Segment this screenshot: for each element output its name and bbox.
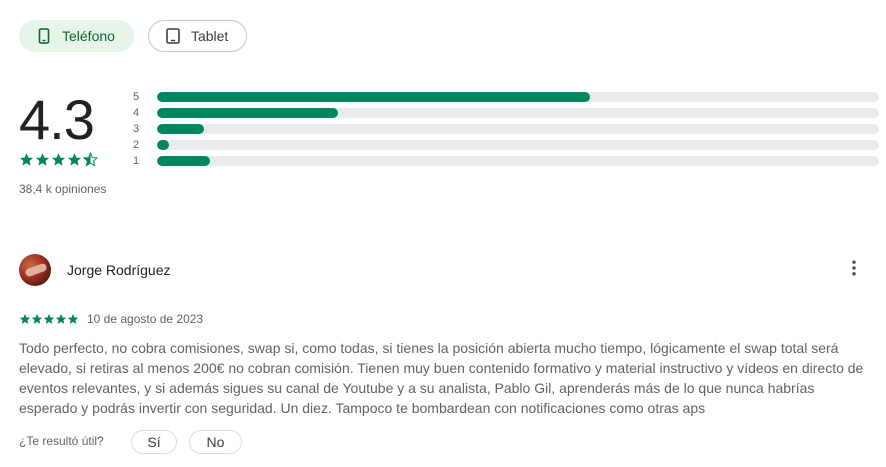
rating-bar-row: 4 <box>133 105 879 121</box>
helpful-no-button[interactable]: No <box>189 430 242 454</box>
review-text: Todo perfecto, no cobra comisiones, swap… <box>19 340 864 416</box>
helpful-yes-button[interactable]: Sí <box>131 430 177 454</box>
more-vert-icon <box>844 258 864 283</box>
star-full-icon <box>51 152 66 172</box>
star-full-icon <box>19 152 34 172</box>
rating-bar-fill <box>157 156 210 166</box>
rating-bar-label: 4 <box>133 107 140 119</box>
star-half-icon <box>82 151 99 172</box>
tab-phone-label: Teléfono <box>62 28 115 44</box>
rating-bar-label: 3 <box>133 123 140 135</box>
rating-stars <box>19 151 99 172</box>
rating-distribution: 5 4 3 2 1 <box>133 89 879 169</box>
phone-icon <box>36 28 52 44</box>
tablet-icon <box>165 28 181 44</box>
review-stars <box>19 312 79 330</box>
rating-bar-fill <box>157 124 204 134</box>
rating-bar-row: 5 <box>133 89 879 105</box>
review-count: 38,4 k opiniones <box>19 182 107 196</box>
reviewer-name: Jorge Rodríguez <box>67 262 171 278</box>
star-full-icon <box>19 312 31 330</box>
review-date: 10 de agosto de 2023 <box>87 312 204 326</box>
rating-score: 4.3 <box>19 88 95 151</box>
star-full-icon <box>35 152 50 172</box>
rating-bar-row: 1 <box>133 153 879 169</box>
rating-bar-fill <box>157 140 170 150</box>
rating-bar-label: 5 <box>133 91 140 103</box>
rating-bar-track <box>157 124 879 134</box>
star-full-icon <box>55 312 67 330</box>
helpful-question: ¿Te resultó útil? <box>19 434 104 448</box>
rating-bar-track <box>157 156 879 166</box>
rating-bar-track <box>157 140 879 150</box>
more-options-button[interactable] <box>842 258 866 282</box>
avatar <box>19 254 51 286</box>
star-full-icon <box>67 312 79 330</box>
rating-bar-track <box>157 92 879 102</box>
rating-bar-track <box>157 108 879 118</box>
rating-bar-fill <box>157 108 338 118</box>
star-full-icon <box>67 152 82 172</box>
star-full-icon <box>31 312 43 330</box>
rating-bar-row: 2 <box>133 137 879 153</box>
rating-bar-label: 1 <box>133 155 140 167</box>
tab-tablet-label: Tablet <box>190 28 229 44</box>
tab-tablet[interactable]: Tablet <box>147 20 248 52</box>
device-tabs: Teléfono Tablet <box>19 20 248 52</box>
rating-bar-fill <box>157 92 591 102</box>
rating-bar-label: 2 <box>133 139 140 151</box>
tab-phone[interactable]: Teléfono <box>19 20 134 52</box>
rating-bar-row: 3 <box>133 121 879 137</box>
star-full-icon <box>43 312 55 330</box>
